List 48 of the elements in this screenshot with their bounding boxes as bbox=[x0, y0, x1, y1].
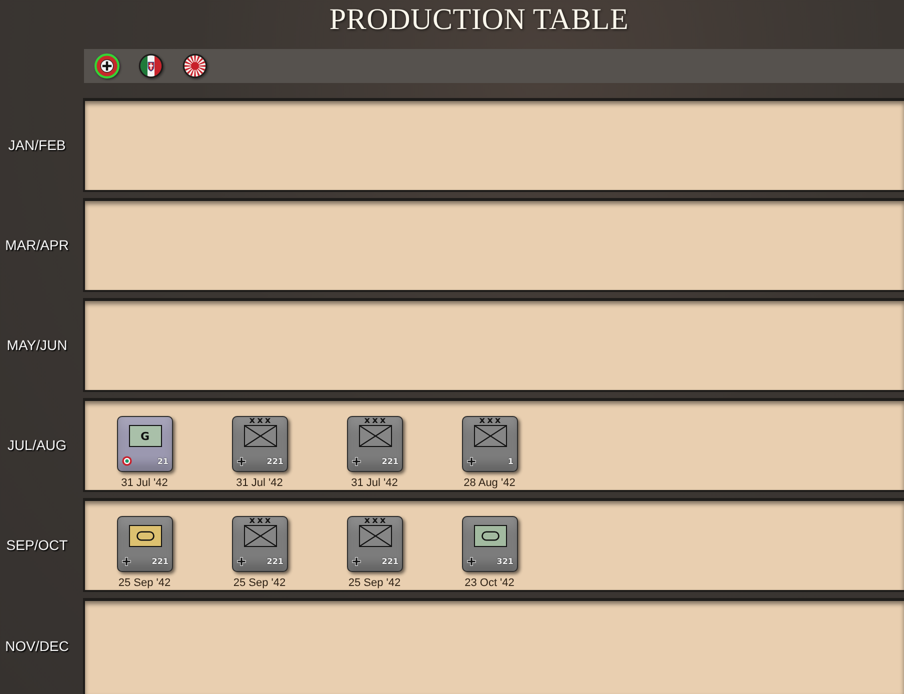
unit-date: 25 Sep '42 bbox=[233, 576, 286, 590]
unit-size-label: xxx bbox=[363, 517, 388, 525]
unit-counter[interactable]: 321 bbox=[462, 516, 518, 572]
unit-counter[interactable]: xxx 221 bbox=[232, 416, 288, 472]
page-title: PRODUCTION TABLE bbox=[329, 2, 629, 38]
cross-icon bbox=[236, 557, 246, 566]
unit-size-label: xxx bbox=[478, 417, 503, 425]
cross-icon bbox=[352, 457, 360, 466]
unit-type-label: G bbox=[128, 425, 162, 447]
unit-date: 31 Jul '42 bbox=[236, 476, 283, 490]
cross-roundel-icon[interactable] bbox=[94, 53, 120, 79]
unit-date: 28 Aug '42 bbox=[464, 476, 516, 490]
roundel-icon bbox=[122, 456, 132, 466]
row-label: NOV/DEC bbox=[5, 638, 69, 654]
tricolor-shield-icon[interactable] bbox=[138, 53, 164, 79]
row-label: MAR/APR bbox=[5, 236, 69, 254]
cross-icon bbox=[466, 557, 476, 566]
unit-size-label: xxx bbox=[363, 417, 388, 425]
unit-date: 31 Jul '42 bbox=[121, 476, 168, 490]
cross-icon bbox=[122, 557, 130, 566]
unit-number: 1 bbox=[508, 457, 514, 466]
unit-counter[interactable]: xxx 221 bbox=[346, 516, 402, 572]
row-label: JUL/AUG bbox=[7, 436, 67, 454]
unit-counter[interactable]: xxx 221 bbox=[232, 516, 288, 572]
row-label: SEP/OCT bbox=[6, 536, 68, 554]
unit-date: 31 Jul '42 bbox=[351, 476, 398, 490]
unit-counter[interactable]: G 21 bbox=[116, 416, 172, 472]
unit-number: 321 bbox=[496, 557, 514, 566]
unit-counter[interactable]: xxx 221 bbox=[346, 416, 402, 472]
rising-sun-icon[interactable] bbox=[182, 53, 208, 79]
unit-counter[interactable]: 221 bbox=[116, 516, 172, 572]
unit-number: 221 bbox=[382, 557, 398, 566]
unit-date: 25 Sep '42 bbox=[118, 576, 171, 590]
row-label: JAN/FEB bbox=[8, 136, 66, 154]
unit-number: 21 bbox=[157, 456, 168, 466]
unit-date: 23 Oct '42 bbox=[464, 576, 514, 590]
unit-number: 221 bbox=[266, 457, 284, 466]
unit-size-label: xxx bbox=[248, 417, 273, 425]
unit-number: 221 bbox=[382, 457, 398, 466]
row-label: MAY/JUN bbox=[6, 336, 68, 354]
cross-icon bbox=[236, 457, 246, 466]
cross-icon bbox=[466, 457, 476, 466]
unit-number: 221 bbox=[152, 557, 168, 566]
unit-number: 221 bbox=[266, 557, 284, 566]
cross-icon bbox=[352, 557, 360, 566]
unit-date: 25 Sep '42 bbox=[348, 576, 401, 590]
unit-counter[interactable]: xxx 1 bbox=[462, 416, 518, 472]
unit-size-label: xxx bbox=[248, 517, 273, 525]
